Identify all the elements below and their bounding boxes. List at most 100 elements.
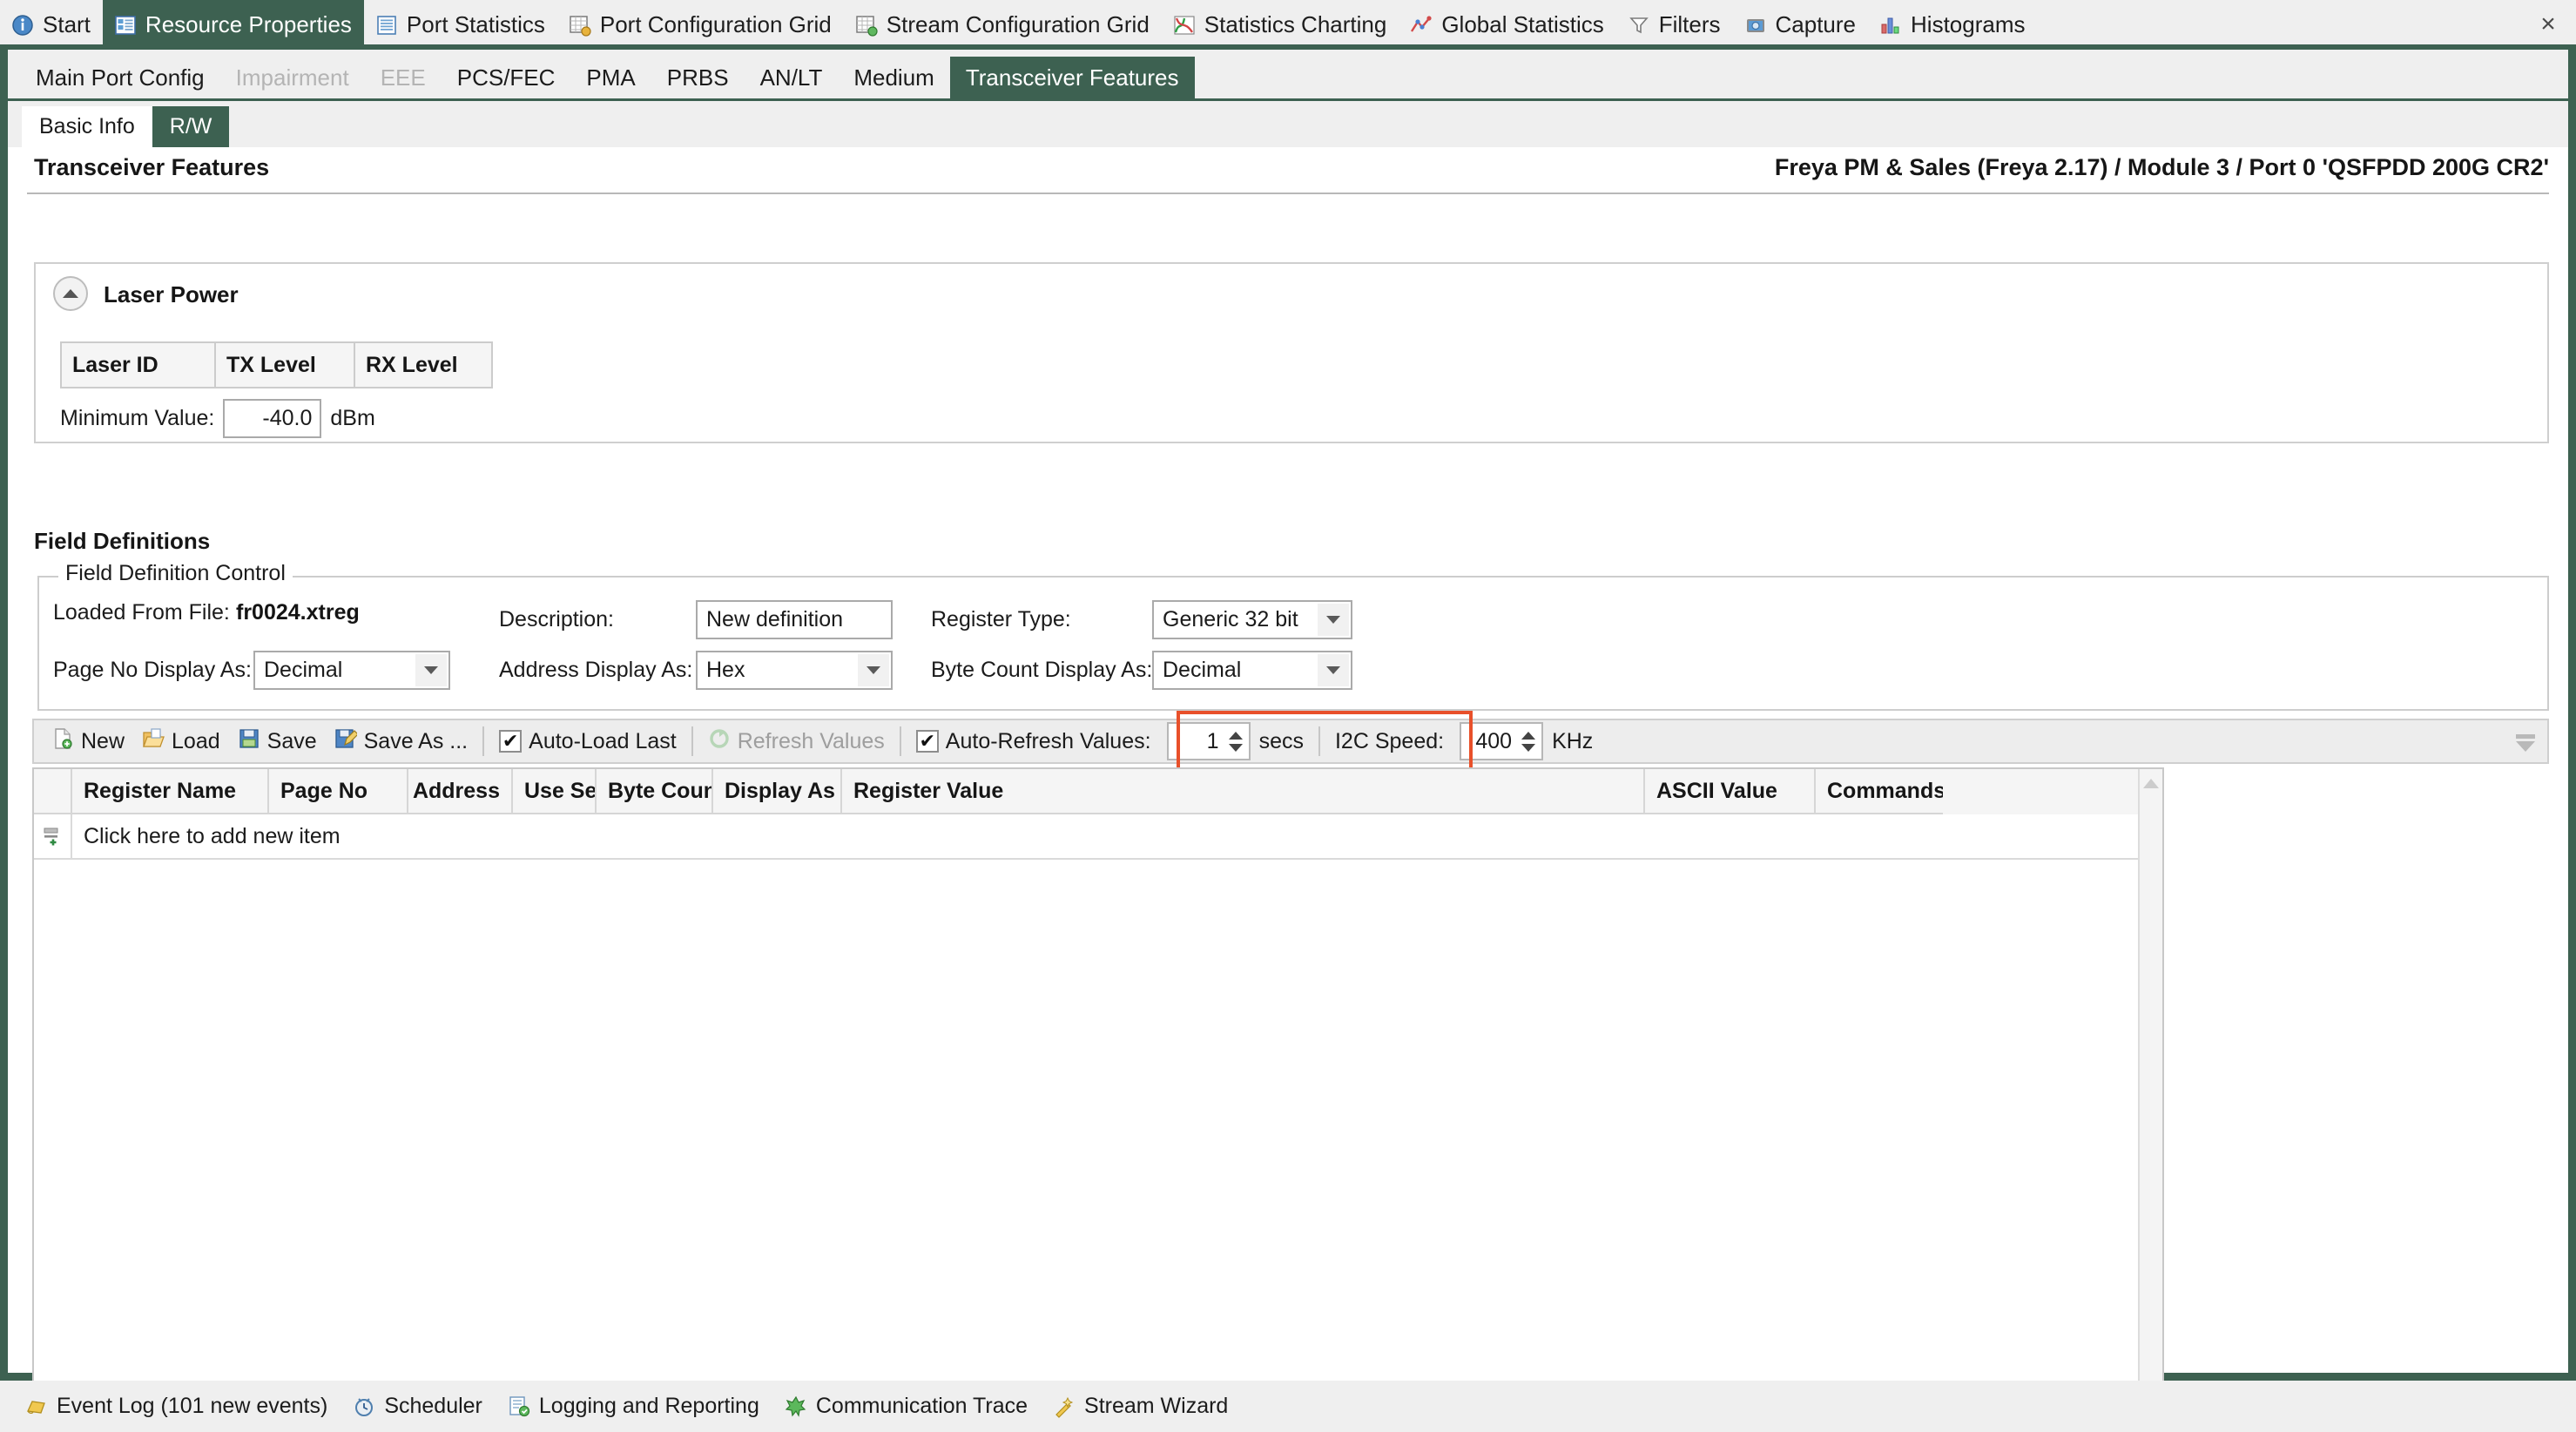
tab-rw[interactable]: R/W — [152, 106, 230, 147]
scroll-up-icon[interactable] — [2140, 771, 2162, 795]
app-tab-statistics-charting[interactable]: Statistics Charting — [1162, 0, 1399, 50]
register-type-label: Register Type: — [931, 607, 1071, 632]
stepper-up-icon[interactable] — [1521, 731, 1536, 740]
app-tab-global-statistics[interactable]: Global Statistics — [1399, 0, 1615, 50]
stepper-arrows[interactable] — [1519, 724, 1542, 759]
column-header-byte-count[interactable]: Byte Count — [597, 769, 713, 814]
column-header-use-seq[interactable]: Use Seq — [513, 769, 597, 814]
field-definition-control-group: Field Definition Control Loaded From Fil… — [37, 561, 2549, 711]
app-tab-filters[interactable]: Filters — [1616, 0, 1733, 50]
check-icon: ✔ — [919, 730, 936, 752]
status-event-log[interactable]: Event Log (101 new events) — [12, 1384, 340, 1429]
status-logging-and-reporting[interactable]: Logging and Reporting — [495, 1384, 772, 1429]
auto-load-last-checkbox[interactable]: ✔ Auto-Load Last — [490, 721, 685, 761]
column-header-register-name[interactable]: Register Name — [72, 769, 269, 814]
minimum-value-label: Minimum Value: — [60, 406, 215, 430]
register-type-select[interactable]: Generic 32 bit — [1152, 600, 1352, 639]
column-header-page-no[interactable]: Page No — [269, 769, 408, 814]
toolbar-separator — [482, 726, 485, 756]
checkbox-box[interactable]: ✔ — [915, 730, 939, 753]
app-tab-label: Global Statistics — [1441, 11, 1604, 37]
load-button-label: Load — [172, 728, 220, 753]
status-stream-wizard[interactable]: Stream Wizard — [1040, 1384, 1240, 1429]
column-header-rx-level[interactable]: RX Level — [354, 341, 493, 388]
i2c-speed-unit-label: KHz — [1543, 721, 1602, 761]
column-header-ascii-value[interactable]: ASCII Value — [1645, 769, 1816, 814]
tab-eee: EEE — [365, 57, 442, 98]
application-tab-bar: Start Resource Properties Port Statistic… — [0, 0, 2576, 50]
app-tab-start[interactable]: Start — [0, 0, 103, 50]
tab-pcs-fec[interactable]: PCS/FEC — [442, 57, 571, 98]
checkbox-box[interactable]: ✔ — [499, 730, 523, 753]
grid-vertical-scrollbar[interactable] — [2138, 769, 2162, 1419]
tab-medium[interactable]: Medium — [838, 57, 949, 98]
khz-label: KHz — [1552, 728, 1594, 753]
toolbar-overflow-button[interactable] — [2516, 734, 2535, 752]
app-tab-capture[interactable]: Capture — [1733, 0, 1869, 50]
port-config-grid-icon — [568, 13, 592, 37]
new-item-hint[interactable]: Click here to add new item — [72, 814, 341, 858]
app-tab-histograms[interactable]: Histograms — [1868, 0, 2037, 50]
address-display-row: Address Display As: Hex — [499, 651, 893, 690]
app-tab-port-statistics[interactable]: Port Statistics — [364, 0, 557, 50]
group-legend: Field Definition Control — [58, 561, 293, 586]
minimum-value-input[interactable]: -40.0 — [223, 399, 322, 438]
tab-an-lt[interactable]: AN/LT — [745, 57, 839, 98]
save-button-label: Save — [266, 728, 317, 753]
floppy-disk-icon — [238, 727, 260, 756]
tab-label: PRBS — [666, 64, 729, 91]
status-label: Event Log (101 new events) — [57, 1394, 328, 1418]
window-close-button[interactable]: × — [2532, 9, 2564, 40]
grid-new-item-row[interactable]: Click here to add new item — [34, 814, 2162, 860]
column-header-tx-level[interactable]: TX Level — [214, 341, 355, 388]
app-tab-stream-configuration-grid[interactable]: Stream Configuration Grid — [844, 0, 1162, 50]
status-communication-trace[interactable]: Communication Trace — [772, 1384, 1040, 1429]
description-input[interactable]: New definition — [696, 600, 893, 639]
chevron-down-icon[interactable] — [1318, 604, 1349, 636]
tab-main-port-config[interactable]: Main Port Config — [20, 57, 220, 98]
auto-refresh-interval-stepper[interactable]: 1 — [1166, 722, 1251, 760]
status-scheduler[interactable]: Scheduler — [340, 1384, 495, 1429]
chevron-down-icon[interactable] — [415, 654, 447, 686]
column-header-address[interactable]: Address — [408, 769, 513, 814]
column-header-display-as[interactable]: Display As — [713, 769, 842, 814]
tab-label: Transceiver Features — [965, 64, 1179, 91]
column-header-laser-id[interactable]: Laser ID — [60, 341, 216, 388]
save-as-button-label: Save As ... — [363, 728, 469, 753]
new-file-icon — [51, 727, 74, 756]
tab-prbs[interactable]: PRBS — [651, 57, 745, 98]
chevron-down-icon[interactable] — [858, 654, 889, 686]
page-no-display-select[interactable]: Decimal — [253, 651, 450, 690]
column-header-commands[interactable]: Commands — [1816, 769, 1943, 814]
auto-load-last-label: Auto-Load Last — [529, 728, 677, 753]
save-as-button[interactable]: Save As ... — [326, 721, 477, 761]
auto-refresh-values-label: Auto-Refresh Values: — [945, 728, 1151, 753]
save-button[interactable]: Save — [229, 721, 326, 761]
new-button[interactable]: New — [43, 721, 133, 761]
address-display-select[interactable]: Hex — [696, 651, 893, 690]
tab-basic-info[interactable]: Basic Info — [22, 106, 152, 147]
auto-refresh-interval-value[interactable]: 1 — [1169, 724, 1226, 759]
page-title: Transceiver Features — [34, 154, 270, 180]
column-header-register-value[interactable]: Register Value — [842, 769, 1645, 814]
byte-count-display-label: Byte Count Display As: — [931, 658, 1153, 682]
load-button[interactable]: Load — [133, 721, 229, 761]
status-label: Stream Wizard — [1084, 1394, 1229, 1418]
i2c-speed-stepper[interactable]: 400 — [1460, 722, 1544, 760]
app-tab-label: Histograms — [1911, 11, 2026, 37]
stepper-down-icon[interactable] — [1521, 743, 1536, 752]
stepper-arrows[interactable] — [1225, 724, 1249, 759]
chevron-down-icon[interactable] — [1318, 654, 1349, 686]
auto-refresh-values-checkbox[interactable]: ✔ Auto-Refresh Values: — [907, 721, 1160, 761]
tab-pma[interactable]: PMA — [570, 57, 651, 98]
app-tab-port-configuration-grid[interactable]: Port Configuration Grid — [557, 0, 844, 50]
logging-icon — [507, 1395, 531, 1419]
byte-count-display-select[interactable]: Decimal — [1152, 651, 1352, 690]
app-tab-resource-properties[interactable]: Resource Properties — [102, 0, 364, 50]
tab-transceiver-features[interactable]: Transceiver Features — [949, 57, 1195, 98]
stepper-down-icon[interactable] — [1228, 743, 1243, 752]
chevron-up-icon[interactable] — [53, 276, 88, 311]
stepper-up-icon[interactable] — [1228, 731, 1243, 740]
address-display-value: Hex — [706, 658, 745, 682]
i2c-speed-value[interactable]: 400 — [1461, 724, 1519, 759]
